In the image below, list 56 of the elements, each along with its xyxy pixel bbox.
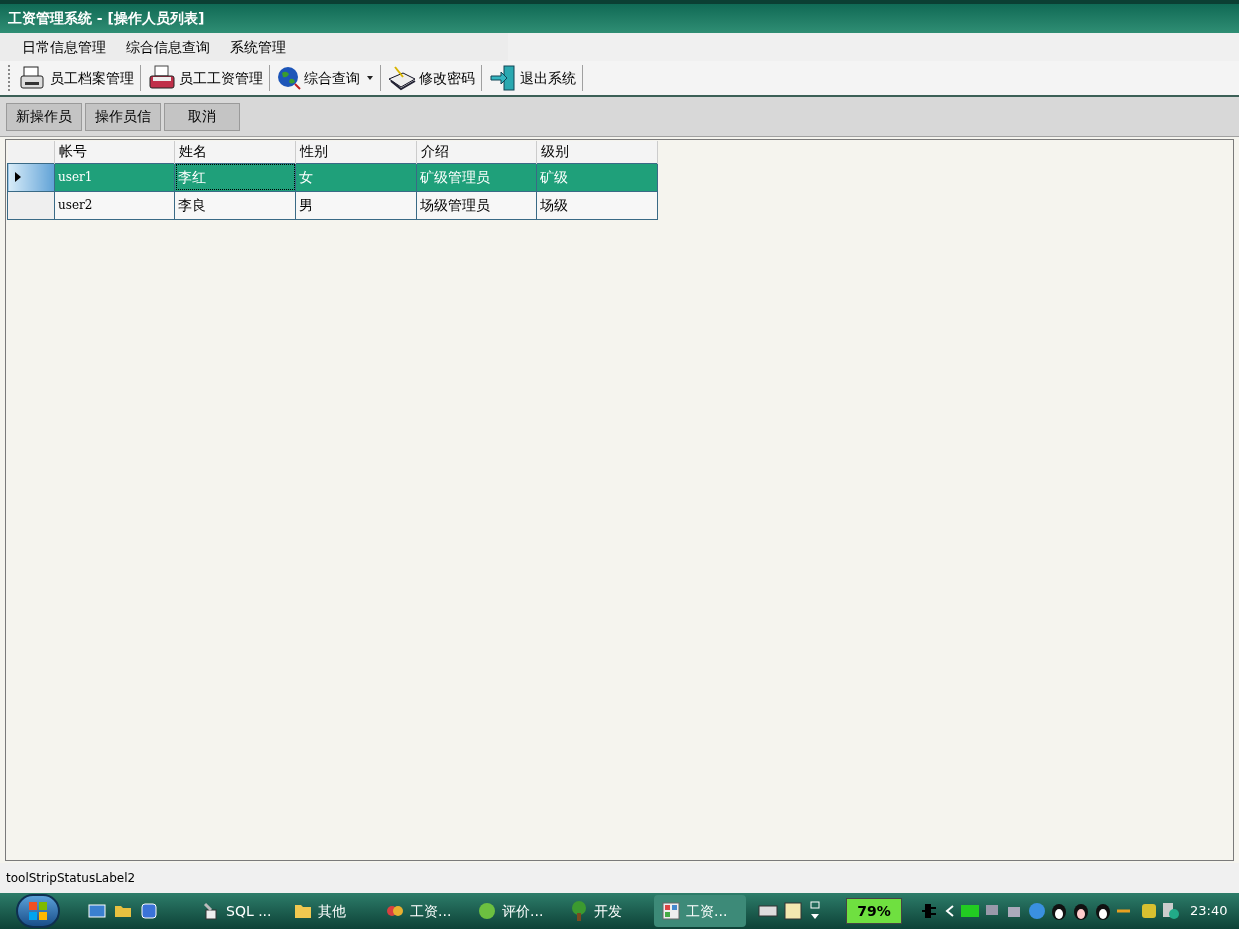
penguin-icon[interactable] [1094,901,1112,921]
taskbar-button[interactable]: 工资... [654,895,746,927]
table-cell: 女 [295,163,417,191]
printer-icon [147,64,177,92]
form-button[interactable]: 取消 [164,102,240,131]
column-header[interactable]: 姓名 [174,141,296,163]
form-button[interactable]: 新操作员 [6,102,82,131]
penguin-icon[interactable] [1072,901,1090,921]
table-cell: 男 [295,191,417,219]
menu-item[interactable]: 系统管理 [220,34,296,60]
status-label: toolStripStatusLabel2 [6,870,136,887]
battery-indicator: 79% [846,898,902,924]
table-cell: 矿级 [536,163,658,191]
folder-icon [294,903,312,919]
toolbar-button[interactable]: 修改密码 [384,62,478,94]
row-header[interactable] [7,191,55,219]
penguin-icon[interactable] [1050,901,1068,921]
taskbar-button[interactable]: SQL ... [194,895,286,927]
taskbar-button[interactable]: 开发 [562,895,654,927]
chevron-icon[interactable] [944,904,956,918]
clock: 23:40 [1190,902,1228,921]
windows-logo-icon [27,900,49,922]
desktop-icon[interactable] [88,902,106,920]
taskbar-button[interactable]: 评价... [470,895,562,927]
app-icon [386,903,404,919]
tray-app-icon[interactable] [1140,902,1158,920]
toolbar-grip [8,65,11,91]
toolbar-button[interactable]: 退出系统 [485,62,579,94]
table-cell: user2 [54,191,175,219]
taskbar-button[interactable]: 其他 [286,895,378,927]
table-cell: user1 [54,163,175,191]
table-cell: 场级 [536,191,658,219]
row-header[interactable] [7,163,55,191]
form-button[interactable]: 操作员信 [85,102,161,131]
table-cell: 李良 [174,191,296,219]
toolbar-button[interactable]: 员工档案管理 [15,62,137,94]
table-cell: 李红 [174,163,296,191]
toolbar-button[interactable]: 综合查询 [273,62,377,94]
menu-item[interactable]: 综合信息查询 [116,34,220,60]
tree-icon [570,901,588,921]
tray-app-icon[interactable] [960,902,980,920]
start-button[interactable] [16,894,60,928]
window-app-icon [662,902,680,920]
column-header[interactable]: 级别 [536,141,658,163]
toolbar-button[interactable]: 员工工资管理 [144,62,266,94]
column-header[interactable]: 性别 [295,141,417,163]
current-row-icon [14,171,22,183]
menu-item[interactable]: 日常信息管理 [12,34,116,60]
table-cell: 矿级管理员 [416,163,537,191]
column-header[interactable]: 帐号 [54,141,175,163]
caret-icon [366,75,374,81]
column-header[interactable]: 介绍 [416,141,537,163]
table-cell: 场级管理员 [416,191,537,219]
taskbar-button[interactable]: 工资... [378,895,470,927]
door-exit-icon [488,64,518,92]
window-title: 工资管理系统 - [操作人员列表] [8,9,205,28]
